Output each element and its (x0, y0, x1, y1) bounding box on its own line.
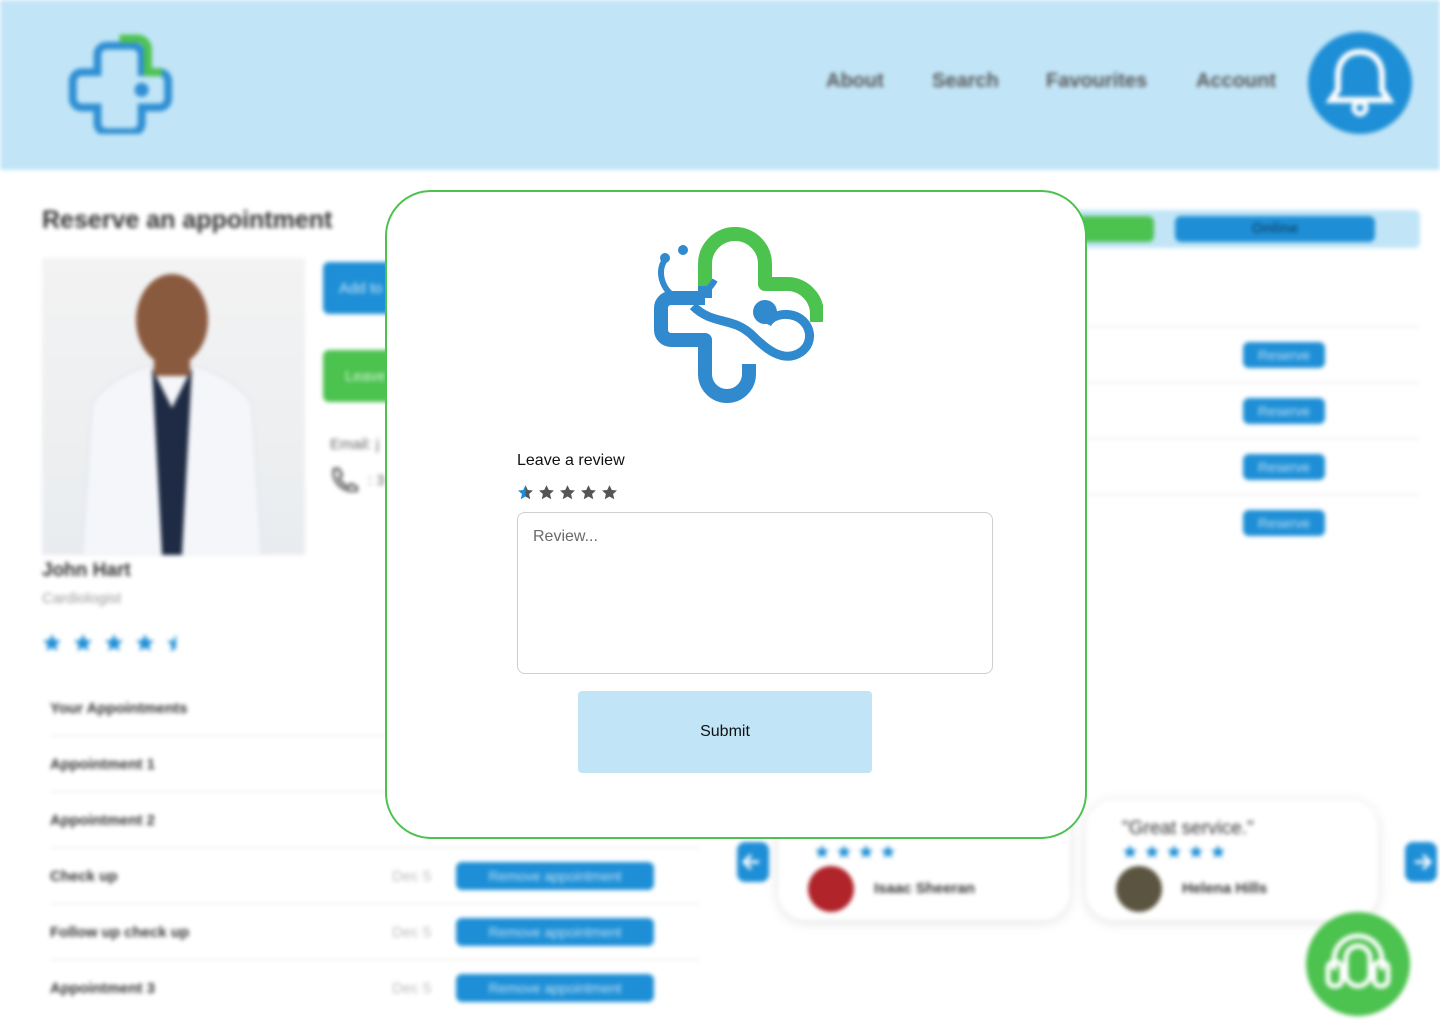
star-icon[interactable] (559, 484, 576, 501)
medical-cross-logo (654, 227, 823, 403)
doctor-specialty: Cardiologist (42, 590, 122, 607)
review-stars (1123, 845, 1225, 858)
remove-appointment-button[interactable]: Remove appointment (456, 862, 654, 890)
appointment-label: Appointment 2 (50, 812, 155, 829)
star-icon[interactable] (601, 484, 618, 501)
headset-support-icon (1325, 933, 1391, 989)
reserve-button[interactable]: Reserve (1243, 342, 1325, 368)
star-icon (136, 634, 154, 651)
doctor-photo (42, 258, 305, 555)
arrow-left-icon (741, 853, 759, 871)
top-navigation-bar: About Search Favourites Account (0, 0, 1440, 170)
arrow-right-icon (1415, 853, 1433, 871)
review-modal: Leave a review Submit (385, 190, 1087, 839)
medical-cross-logo (68, 34, 173, 134)
star-icon (43, 634, 61, 651)
review-stars (815, 845, 895, 858)
nav-favourites[interactable]: Favourites (1046, 70, 1147, 93)
nav-about[interactable]: About (826, 70, 884, 93)
table-row: Follow up check up Dec 5 Remove appointm… (50, 904, 700, 960)
star-icon (1123, 845, 1137, 858)
star-rating-input[interactable] (517, 484, 618, 501)
reviews-next-button[interactable] (1405, 842, 1437, 882)
star-icon (1211, 845, 1225, 858)
doctor-rating-stars (43, 634, 176, 652)
appointment-label: Check up (50, 868, 118, 885)
avatar (1116, 866, 1162, 912)
remove-appointment-button[interactable]: Remove appointment (456, 974, 654, 1002)
doctor-phone: : 3 (328, 466, 385, 497)
doctor-rating (42, 632, 192, 661)
nav-account[interactable]: Account (1196, 70, 1276, 93)
reserve-button[interactable]: Reserve (1243, 510, 1325, 536)
nav-search[interactable]: Search (932, 70, 999, 93)
phone-label: : 3 (368, 472, 385, 489)
star-icon[interactable] (580, 484, 597, 501)
star-icon (837, 845, 851, 858)
review-textarea[interactable] (517, 512, 993, 674)
star-icon (105, 634, 123, 651)
submit-button[interactable]: Submit (578, 691, 872, 773)
review-author: Helena Hills (1182, 880, 1268, 897)
review-heading: Leave a review (517, 452, 625, 469)
reserve-button[interactable]: Reserve (1243, 398, 1325, 424)
appointment-label: Appointment 1 (50, 756, 155, 773)
notifications-button[interactable] (1308, 32, 1412, 134)
doctor-email: Email: j (330, 436, 380, 453)
appointment-date: Dec 5 (392, 924, 432, 941)
appointment-label: Appointment 3 (50, 980, 155, 997)
star-icon (815, 845, 829, 858)
visit-type-online[interactable]: Online (1175, 216, 1375, 242)
appointment-date: Dec 5 (392, 980, 432, 997)
appointments-header-label: Your Appointments (50, 700, 188, 717)
phone-icon (332, 467, 359, 493)
support-chat-button[interactable] (1306, 912, 1410, 1016)
star-icon (859, 845, 873, 858)
table-row: Check up Dec 5 Remove appointment (50, 848, 700, 904)
page-title: Reserve an appointment (42, 206, 333, 234)
reviews-prev-button[interactable] (737, 842, 769, 882)
star-icon (1189, 845, 1203, 858)
bell-icon (1326, 48, 1394, 117)
avatar (808, 866, 854, 912)
appointment-date: Dec 5 (392, 868, 432, 885)
half-star-icon (167, 634, 176, 652)
review-quote: "Great service." (1122, 818, 1254, 839)
star-icon (1167, 845, 1181, 858)
review-author: Isaac Sheeran (874, 880, 975, 897)
doctor-name: John Hart (42, 560, 131, 581)
star-icon (74, 634, 92, 651)
star-icon[interactable] (517, 484, 534, 501)
star-icon[interactable] (538, 484, 555, 501)
remove-appointment-button[interactable]: Remove appointment (456, 918, 654, 946)
star-icon (881, 845, 895, 858)
reserve-button[interactable]: Reserve (1243, 454, 1325, 480)
review-card: "Great service." Helena Hills (1086, 800, 1378, 920)
appointment-label: Follow up check up (50, 924, 190, 941)
star-icon (1145, 845, 1159, 858)
table-row: Appointment 3 Dec 5 Remove appointment (50, 960, 700, 1016)
